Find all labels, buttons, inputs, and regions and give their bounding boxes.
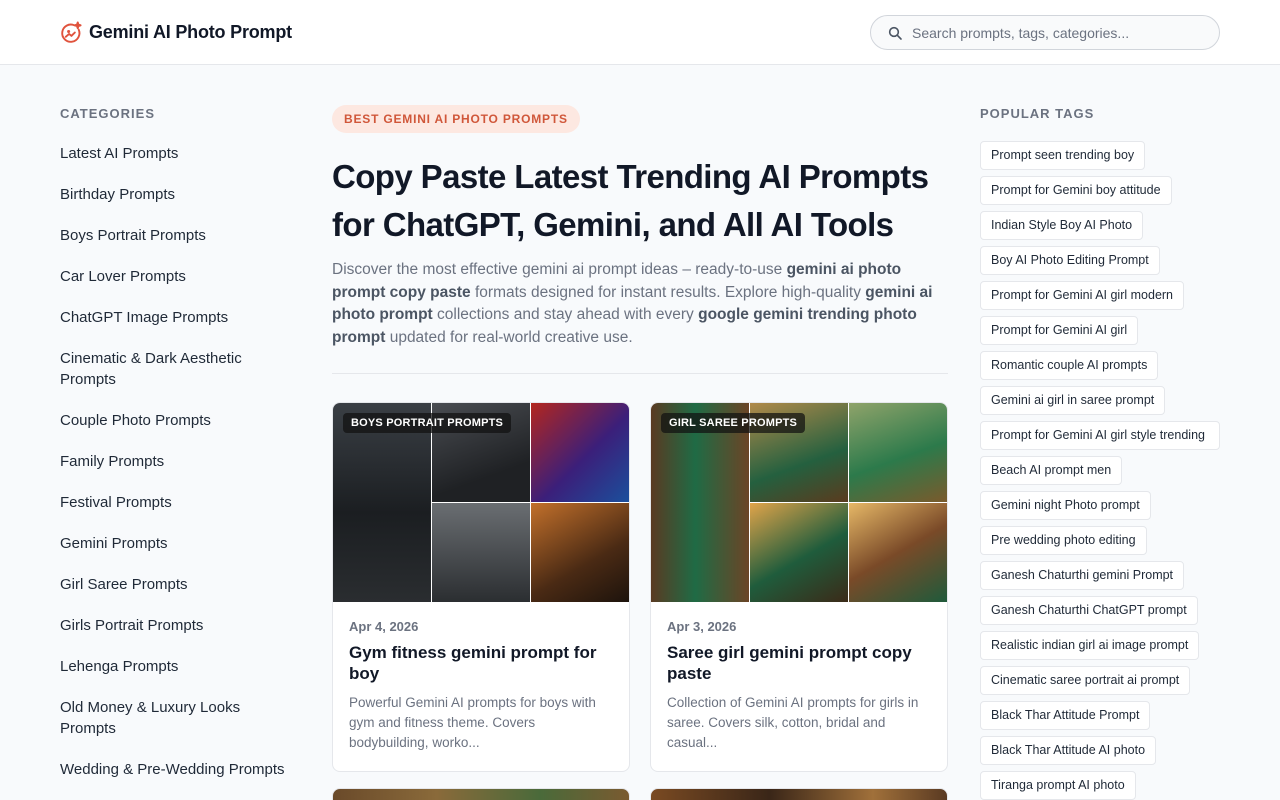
categories-list: Latest AI Prompts Birthday Prompts Boys …	[60, 143, 290, 780]
category-link[interactable]: Lehenga Prompts	[60, 656, 290, 677]
main-content: BEST GEMINI AI PHOTO PROMPTS Copy Paste …	[332, 105, 948, 800]
category-link[interactable]: Wedding & Pre-Wedding Prompts	[60, 759, 290, 780]
thumbnail-tile	[750, 503, 848, 602]
search-icon	[888, 26, 902, 40]
site-header: Gemini AI Photo Prompt	[0, 0, 1280, 65]
post-date: Apr 3, 2026	[667, 619, 737, 634]
brand-logo-link[interactable]: Gemini AI Photo Prompt	[60, 18, 292, 46]
category-link[interactable]: Gemini Prompts	[60, 533, 290, 554]
popular-tags-heading: POPULAR TAGS	[980, 106, 1095, 121]
category-link[interactable]: Car Lover Prompts	[60, 266, 290, 287]
category-link[interactable]: Latest AI Prompts	[60, 143, 290, 164]
tag-link[interactable]: Cinematic saree portrait ai prompt	[980, 666, 1191, 695]
categories-sidebar: CATEGORIES Latest AI Prompts Birthday Pr…	[60, 106, 290, 800]
category-link[interactable]: Girl Saree Prompts	[60, 574, 290, 595]
category-link[interactable]: Girls Portrait Prompts	[60, 615, 290, 636]
tag-list: Prompt seen trending boy Prompt for Gemi…	[980, 141, 1220, 800]
search-bar[interactable]	[870, 15, 1220, 50]
post-card-body: Apr 4, 2026 Gym fitness gemini prompt fo…	[333, 603, 629, 771]
tag-link[interactable]: Prompt for Gemini AI girl style trending	[980, 421, 1220, 450]
thumbnail-tile	[849, 503, 947, 602]
tag-link[interactable]: Black Thar Attitude Prompt	[980, 701, 1151, 730]
tag-link[interactable]: Indian Style Boy AI Photo	[980, 211, 1144, 240]
tag-link[interactable]: Romantic couple AI prompts	[980, 351, 1159, 380]
category-link[interactable]: Festival Prompts	[60, 492, 290, 513]
tag-link[interactable]: Tiranga prompt AI photo	[980, 771, 1136, 800]
post-date: Apr 4, 2026	[349, 619, 419, 634]
tag-link[interactable]: Realistic indian girl ai image prompt	[980, 631, 1200, 660]
post-thumbnail-collage[interactable]: BOYS PORTRAIT PROMPTS	[333, 403, 629, 603]
post-card[interactable]: GIRL SAREE PROMPTS Apr 3, 2026 Saree gir…	[650, 402, 948, 772]
category-badge[interactable]: GIRL SAREE PROMPTS	[661, 413, 806, 433]
ai-sparkle-camera-icon	[61, 20, 82, 43]
category-badge[interactable]: BOYS PORTRAIT PROMPTS	[343, 413, 512, 433]
thumbnail-tile	[432, 503, 530, 602]
hero-desc-text: formats designed for instant results. Ex…	[470, 283, 866, 301]
tag-link[interactable]: Ganesh Chaturthi gemini Prompt	[980, 561, 1185, 590]
tag-link[interactable]: Gemini ai girl in saree prompt	[980, 386, 1166, 415]
post-title-link[interactable]: Saree girl gemini prompt copy paste	[667, 642, 931, 684]
tag-link[interactable]: Pre wedding photo editing	[980, 526, 1147, 555]
category-link[interactable]: Family Prompts	[60, 451, 290, 472]
post-card-body: Apr 3, 2026 Saree girl gemini prompt cop…	[651, 603, 947, 771]
section-divider	[332, 373, 948, 374]
category-link[interactable]: Couple Photo Prompts	[60, 410, 290, 431]
tag-link[interactable]: Gemini night Photo prompt	[980, 491, 1151, 520]
hero-desc-text: collections and stay ahead with every	[432, 306, 699, 323]
category-link[interactable]: Old Money & Luxury Looks Prompts	[60, 697, 290, 739]
post-title-link[interactable]: Gym fitness gemini prompt for boy	[349, 642, 613, 684]
brand-name: Gemini AI Photo Prompt	[89, 21, 292, 42]
tag-link[interactable]: Beach AI prompt men	[980, 456, 1123, 485]
tag-link[interactable]: Prompt for Gemini AI girl modern	[980, 281, 1185, 310]
thumbnail-tile	[849, 403, 947, 502]
categories-heading: CATEGORIES	[60, 106, 155, 121]
tag-link[interactable]: Black Thar Attitude AI photo	[980, 736, 1157, 765]
hero-desc-text: updated for real-world creative use.	[385, 328, 633, 346]
post-card[interactable]	[650, 788, 948, 800]
tag-link[interactable]: Prompt for Gemini boy attitude	[980, 176, 1172, 205]
post-card[interactable]: BOYS PORTRAIT PROMPTS Apr 4, 2026 Gym fi…	[332, 402, 630, 772]
category-link[interactable]: Boys Portrait Prompts	[60, 225, 290, 246]
search-input[interactable]	[912, 24, 1202, 41]
category-link[interactable]: ChatGPT Image Prompts	[60, 307, 290, 328]
tag-link[interactable]: Ganesh Chaturthi ChatGPT prompt	[980, 596, 1198, 625]
tag-link[interactable]: Prompt for Gemini AI girl	[980, 316, 1139, 345]
category-link[interactable]: Cinematic & Dark Aesthetic Prompts	[60, 348, 290, 390]
hero-desc-text: Discover the most effective gemini ai pr…	[332, 261, 787, 278]
tag-link[interactable]: Prompt seen trending boy	[980, 141, 1146, 170]
post-excerpt: Collection of Gemini AI prompts for girl…	[667, 695, 919, 750]
post-card[interactable]	[332, 788, 630, 800]
post-thumbnail-collage[interactable]: GIRL SAREE PROMPTS	[651, 403, 947, 603]
page-title: Copy Paste Latest Trending AI Prompts fo…	[332, 158, 929, 243]
category-link[interactable]: Birthday Prompts	[60, 184, 290, 205]
hero-eyebrow-badge: BEST GEMINI AI PHOTO PROMPTS	[332, 105, 580, 133]
post-excerpt: Powerful Gemini AI prompts for boys with…	[349, 695, 596, 750]
popular-tags-sidebar: POPULAR TAGS Prompt seen trending boy Pr…	[980, 106, 1220, 800]
hero-description: Discover the most effective gemini ai pr…	[332, 259, 948, 349]
thumbnail-tile	[531, 403, 629, 502]
tag-link[interactable]: Boy AI Photo Editing Prompt	[980, 246, 1160, 275]
thumbnail-tile	[531, 503, 629, 602]
